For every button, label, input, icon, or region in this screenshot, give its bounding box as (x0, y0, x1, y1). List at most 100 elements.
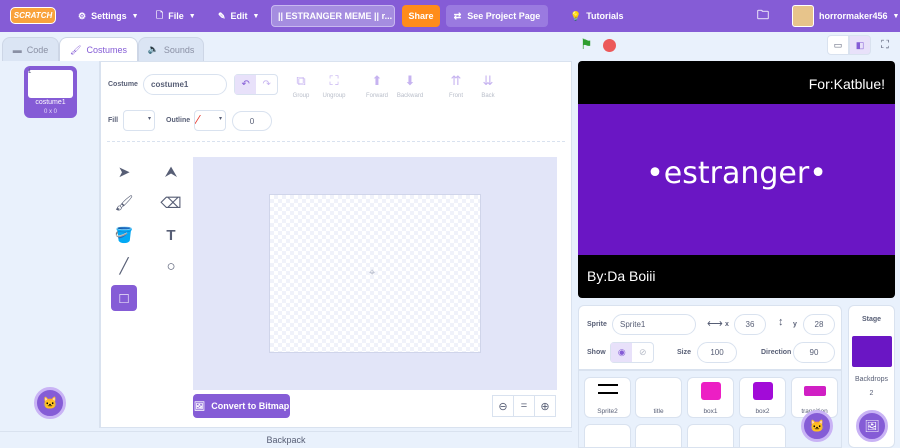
costume-name-input[interactable]: costume1 (143, 74, 227, 95)
tab-code[interactable]: ▬ Code (2, 37, 59, 61)
direction-input[interactable]: 90 (793, 342, 835, 363)
cat-icon: 🐱 (42, 396, 58, 410)
tab-sounds-label: Sounds (163, 44, 195, 55)
circle-tool-icon[interactable]: ○ (158, 253, 184, 279)
share-button[interactable]: Share (402, 5, 440, 27)
outline-color-picker[interactable]: ⁄ ▾ (194, 110, 226, 131)
vertical-arrows-icon: ↕ (778, 316, 784, 328)
backdrops-label: Backdrops (854, 376, 889, 383)
sprite-thumbnail (701, 382, 721, 400)
zoom-reset-button[interactable]: = (513, 395, 535, 417)
backward-button[interactable]: ⬇ Backward (393, 73, 427, 99)
select-tool-icon[interactable]: ➤ (111, 159, 137, 185)
reshape-tool-icon[interactable]: ⮝ (158, 159, 184, 185)
stage-panel-title: Stage (861, 316, 882, 323)
zoom-out-icon[interactable]: ⊖ (492, 395, 514, 417)
sprite-name: Sprite2 (597, 408, 618, 415)
back-button[interactable]: ⇊ Back (471, 73, 505, 99)
line-tool-icon[interactable]: ╱ (111, 253, 137, 279)
choose-costume-button[interactable]: 🐱 (34, 387, 66, 419)
green-flag-icon[interactable]: ⚑ (580, 36, 593, 53)
tab-costumes-label: Costumes (86, 45, 127, 55)
brush-tool-icon[interactable]: 🖌 (111, 190, 137, 216)
choose-sprite-button[interactable]: 🐱 (801, 410, 833, 442)
project-title-input[interactable]: || ESTRANGER MEME || r... (271, 5, 395, 27)
chevron-down-icon: ▼ (131, 12, 139, 20)
settings-menu[interactable]: ⚙ Settings ▼ (78, 0, 139, 32)
scratch-logo[interactable]: SCRATCH (10, 7, 56, 24)
x-label: x (725, 321, 729, 328)
costume-tile[interactable]: 1 costume1 0 x 0 (24, 66, 77, 118)
convert-label: Convert to Bitmap (211, 401, 290, 411)
image-icon: 🖼 (864, 419, 880, 433)
sprite-name: box1 (703, 408, 718, 415)
group-icon: ⧉ (296, 73, 306, 88)
convert-to-bitmap-button[interactable]: 🖼 Convert to Bitmap (193, 394, 290, 418)
file-label: File (168, 11, 184, 21)
settings-label: Settings (91, 11, 127, 21)
chevron-down-icon: ▼ (188, 12, 196, 20)
file-menu[interactable]: 🗋 File ▼ (156, 0, 196, 32)
forward-icon: ⬆ (371, 73, 383, 88)
size-input[interactable]: 100 (697, 342, 737, 363)
y-label: y (793, 321, 797, 328)
outline-width-input[interactable]: 0 (232, 111, 272, 131)
sprite-tile[interactable]: Sprite2 (584, 377, 631, 418)
my-stuff-folder-icon[interactable]: 🗀 (757, 0, 769, 32)
paint-canvas-area[interactable]: ⌖ (193, 157, 557, 390)
chevron-down-icon: ▼ (892, 12, 900, 20)
fill-tool-icon[interactable]: 🪣 (111, 222, 137, 248)
small-stage-icon[interactable]: ▭ (827, 35, 849, 55)
direction-label: Direction (761, 349, 792, 356)
sprite-tile[interactable]: box1 (687, 377, 734, 418)
sprite-tile[interactable] (635, 424, 682, 448)
eraser-tool-icon[interactable]: ⌫ (158, 190, 184, 216)
chevron-down-icon: ▾ (218, 116, 222, 122)
sprite-tile[interactable]: box2 (739, 377, 786, 418)
choose-backdrop-button[interactable]: 🖼 (856, 410, 888, 442)
backward-label: Backward (396, 93, 424, 99)
sprite-tile[interactable] (584, 424, 631, 448)
sprite-tile[interactable] (687, 424, 734, 448)
account-menu[interactable]: horrormaker456 ▼ (819, 0, 899, 32)
sprite-tile[interactable] (739, 424, 786, 448)
zoom-in-icon[interactable]: ⊕ (534, 395, 556, 417)
x-position-input[interactable]: 36 (734, 314, 766, 335)
tutorials-button[interactable]: 💡 Tutorials (570, 0, 624, 32)
fill-color-picker[interactable]: ▾ (123, 110, 155, 131)
paint-canvas[interactable]: ⌖ (269, 194, 481, 353)
ungroup-label: Ungroup (322, 93, 346, 99)
ungroup-button[interactable]: ⛶ Ungroup (317, 73, 351, 99)
tab-costumes[interactable]: 🖌 Costumes (59, 37, 138, 62)
fullscreen-icon[interactable]: ⛶ (876, 35, 894, 55)
brush-icon: 🖌 (70, 44, 82, 55)
costume-name: costume1 (35, 99, 66, 106)
sprite-tile[interactable]: title (635, 377, 682, 418)
tab-sounds[interactable]: 🔈 Sounds (138, 37, 204, 61)
sprite-name-input[interactable]: Sprite1 (612, 314, 696, 335)
backpack-bar[interactable]: Backpack (0, 431, 572, 448)
rectangle-tool-icon[interactable]: □ (111, 285, 137, 311)
avatar[interactable] (792, 5, 814, 27)
see-project-page-button[interactable]: ⇄ See Project Page (446, 5, 548, 27)
stage-canvas[interactable]: For:Katblue! •estranger• By:Da Boiii (578, 61, 895, 298)
group-button[interactable]: ⧉ Group (284, 73, 318, 99)
large-stage-icon[interactable]: ◧ (849, 35, 871, 55)
front-button[interactable]: ⇈ Front (439, 73, 473, 99)
undo-icon[interactable]: ↶ (235, 75, 257, 94)
edit-menu[interactable]: ✎ Edit ▼ (218, 0, 259, 32)
forward-button[interactable]: ⬆ Forward (360, 73, 394, 99)
fill-label: Fill (108, 117, 119, 124)
redo-icon[interactable]: ↷ (256, 75, 277, 94)
size-label: Size (677, 349, 692, 356)
sprite-thumbnail (804, 386, 826, 396)
eye-hidden-icon[interactable]: ⊘ (632, 343, 653, 362)
text-tool-icon[interactable]: T (158, 222, 184, 248)
no-color-icon: ⁄ (197, 112, 200, 127)
cat-icon: 🐱 (809, 419, 825, 433)
eye-icon[interactable]: ◉ (611, 343, 633, 362)
y-position-input[interactable]: 28 (803, 314, 835, 335)
outline-label: Outline (166, 117, 191, 124)
stage-top-text: For:Katblue! (808, 76, 885, 92)
stop-icon[interactable] (603, 39, 616, 52)
